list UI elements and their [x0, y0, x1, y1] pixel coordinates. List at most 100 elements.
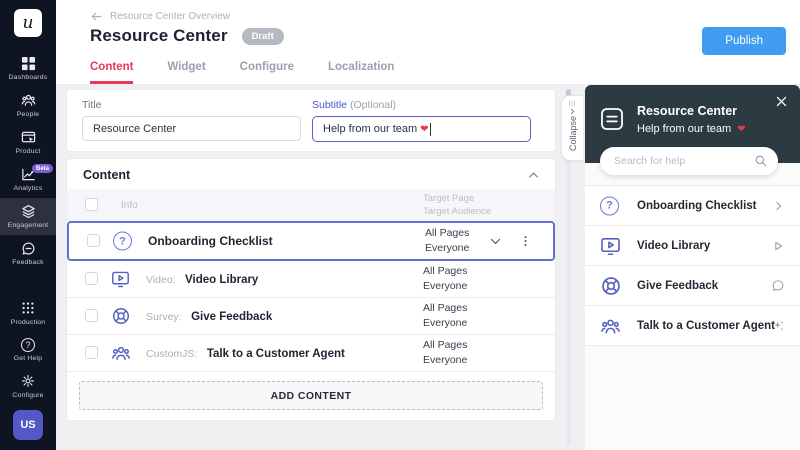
sidebar-item-production[interactable]: Production — [0, 295, 56, 332]
row-target: All Pages Everyone — [423, 301, 467, 331]
chat-bubble-icon — [771, 279, 785, 293]
chevron-up-icon[interactable] — [527, 169, 540, 182]
row-type-label: CustomJS: — [146, 348, 197, 360]
list-item-title: Onboarding Checklist — [637, 200, 757, 212]
row-checkbox[interactable] — [85, 272, 98, 285]
table-row-give-feedback[interactable]: Survey: Give Feedback All Pages Everyone — [67, 298, 555, 335]
table-row-video-library[interactable]: Video: Video Library All Pages Everyone — [67, 261, 555, 298]
sidebar-item-get-help[interactable]: ? Get Help — [0, 332, 56, 368]
row-target-audience: Everyone — [423, 354, 467, 366]
row-target-audience: Everyone — [425, 242, 469, 254]
page-title: Resource Center — [90, 26, 228, 46]
list-item-video-library[interactable]: Video Library — [585, 226, 800, 266]
top-bar: Resource Center Overview Resource Center… — [56, 0, 800, 85]
tab-bar: Content Widget Configure Localization — [90, 61, 394, 84]
select-all-checkbox[interactable] — [85, 198, 98, 211]
column-header-target-page: Target Page — [423, 193, 474, 204]
product-icon — [21, 130, 36, 145]
status-badge: Draft — [242, 28, 284, 45]
sidebar-item-engagement[interactable]: Engagement — [0, 198, 56, 235]
close-icon[interactable] — [775, 95, 788, 108]
sidebar-item-feedback[interactable]: Feedback — [0, 235, 56, 272]
row-target-audience: Everyone — [423, 280, 467, 292]
sidebar-item-label: Feedback — [12, 259, 43, 266]
video-icon — [111, 270, 130, 289]
title-input[interactable] — [82, 116, 301, 141]
brand-logo-letter: u — [23, 13, 34, 33]
customjs-icon — [111, 343, 131, 363]
row-title-group: Video: Video Library — [146, 270, 258, 288]
collapse-label: Collapse — [568, 116, 578, 151]
row-target-page: All Pages — [425, 227, 469, 239]
preview-subtitle: Help from our team ❤ — [637, 123, 746, 135]
table-row-talk-to-agent[interactable]: CustomJS: Talk to a Customer Agent All P… — [67, 335, 555, 372]
content-heading: Content — [83, 168, 130, 182]
sidebar-nav-bottom: Production ? Get Help Configure US — [0, 295, 56, 448]
chevron-right-icon — [569, 108, 576, 115]
row-title: Give Feedback — [191, 311, 272, 323]
tab-content[interactable]: Content — [90, 61, 133, 84]
add-content-button[interactable]: ADD CONTENT — [79, 381, 543, 410]
sidebar-item-label: Dashboards — [9, 74, 48, 81]
sparkle-icon — [771, 319, 785, 333]
beta-badge: Beta — [32, 164, 53, 173]
sidebar-item-analytics[interactable]: Beta Analytics — [0, 161, 56, 198]
kebab-menu-icon[interactable] — [519, 234, 532, 249]
table-row-onboarding-checklist[interactable]: ? Onboarding Checklist All Pages Everyon… — [67, 221, 555, 261]
content-card: Content Info Target Page Target Audience… — [66, 158, 556, 421]
chevron-down-icon[interactable] — [489, 235, 502, 248]
list-item-talk-to-agent[interactable]: Talk to a Customer Agent — [585, 306, 800, 346]
search-input[interactable]: Search for help — [600, 147, 778, 175]
play-icon — [771, 239, 785, 253]
breadcrumb[interactable]: Resource Center Overview — [90, 10, 230, 23]
publish-button[interactable]: Publish — [702, 27, 786, 55]
heart-icon: ❤ — [737, 124, 745, 135]
column-header-info: Info — [121, 200, 138, 211]
sidebar-item-product[interactable]: Product — [0, 124, 56, 161]
sidebar-item-configure[interactable]: Configure — [0, 368, 56, 405]
question-circle-icon: ? — [113, 232, 132, 251]
customjs-icon — [600, 315, 621, 336]
title-label: Title — [82, 99, 301, 111]
tab-widget[interactable]: Widget — [167, 61, 205, 84]
list-item-title: Give Feedback — [637, 280, 718, 292]
text-cursor — [430, 123, 431, 136]
subtitle-input[interactable]: Help from our team ❤ — [312, 116, 531, 142]
collapse-panel-tab[interactable]: ||| Collapse — [561, 95, 583, 161]
row-target: All Pages Everyone — [423, 264, 467, 294]
column-header-target: Target Page Target Audience — [423, 193, 491, 218]
tab-localization[interactable]: Localization — [328, 61, 394, 84]
row-title: Onboarding Checklist — [148, 234, 273, 248]
subtitle-label: Subtitle (Optional) — [312, 99, 531, 111]
search-placeholder: Search for help — [614, 155, 685, 167]
user-avatar[interactable]: US — [13, 410, 43, 440]
engagement-icon — [21, 204, 36, 219]
tab-configure[interactable]: Configure — [240, 61, 294, 84]
sidebar-item-label: Product — [16, 148, 41, 155]
column-header-target-audience: Target Audience — [423, 206, 491, 217]
row-title: Talk to a Customer Agent — [207, 348, 345, 360]
row-target-page: All Pages — [423, 339, 467, 351]
row-checkbox[interactable] — [87, 234, 100, 247]
sidebar-item-label: People — [17, 111, 39, 118]
row-checkbox[interactable] — [85, 309, 98, 322]
row-target-page: All Pages — [423, 265, 467, 277]
heart-icon: ❤ — [420, 124, 428, 135]
sidebar-item-dashboards[interactable]: Dashboards — [0, 50, 56, 87]
brand-logo[interactable]: u — [14, 9, 42, 37]
survey-icon — [111, 306, 131, 326]
main-body: Title Subtitle (Optional) Help from our … — [56, 85, 800, 450]
list-item-give-feedback[interactable]: Give Feedback — [585, 266, 800, 306]
production-icon — [21, 301, 35, 316]
list-item-onboarding-checklist[interactable]: ? Onboarding Checklist — [585, 186, 800, 226]
row-checkbox[interactable] — [85, 346, 98, 359]
feedback-icon — [21, 241, 36, 256]
sidebar-item-label: Production — [11, 319, 46, 326]
survey-icon — [600, 275, 622, 297]
sidebar-nav: Dashboards People Product Beta Analytic — [0, 50, 56, 272]
sidebar-item-people[interactable]: People — [0, 87, 56, 124]
video-icon — [600, 235, 621, 256]
question-circle-icon: ? — [600, 196, 619, 215]
title-field-group: Title — [82, 99, 301, 141]
sidebar-item-label: Configure — [12, 392, 43, 399]
